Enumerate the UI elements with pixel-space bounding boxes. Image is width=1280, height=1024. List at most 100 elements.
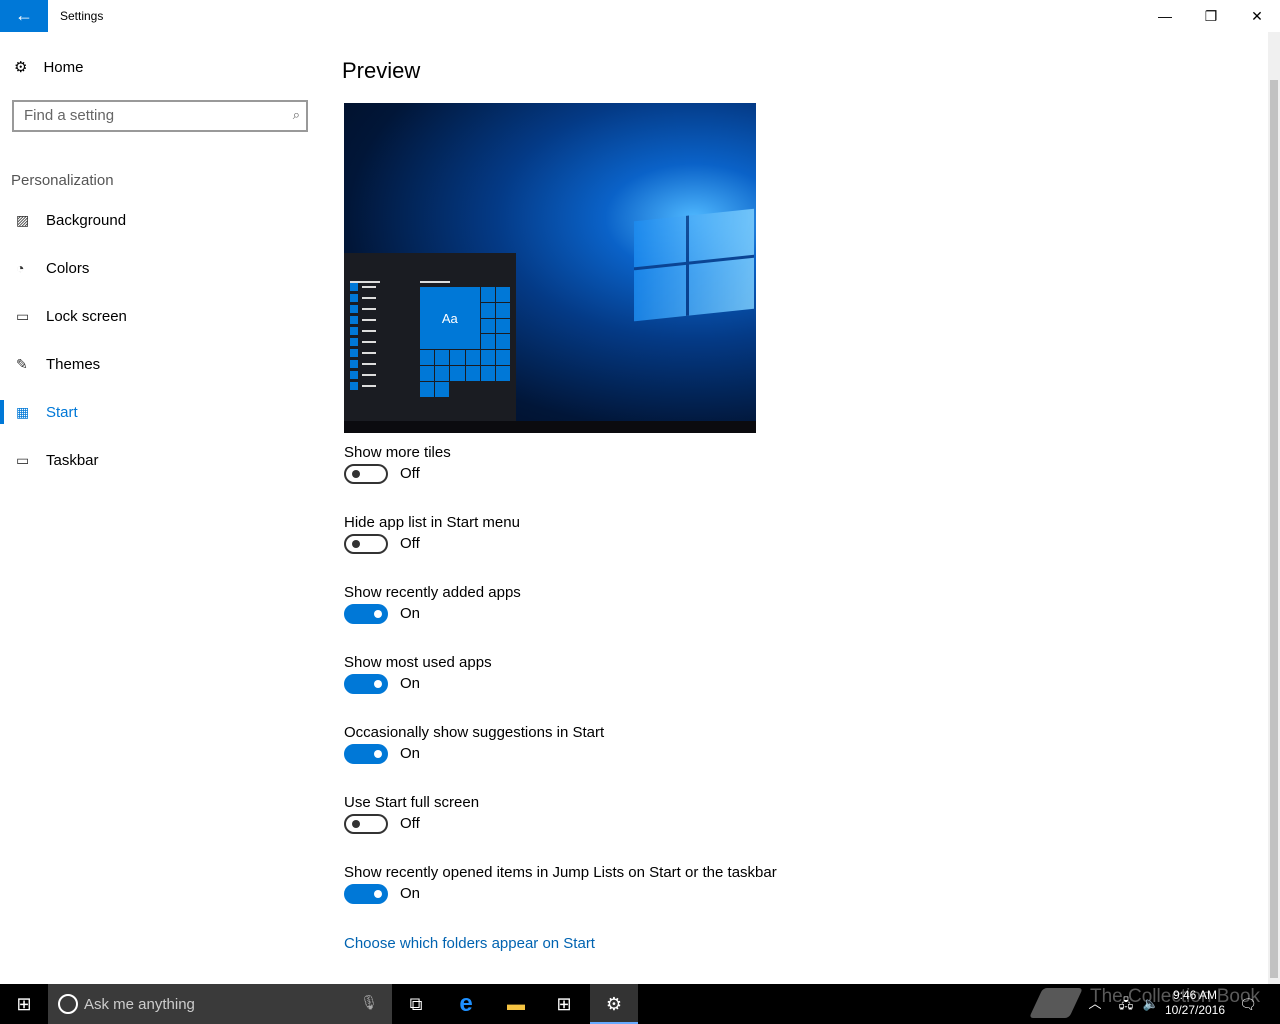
sidebar-item-background[interactable]: ▨ Background [0, 200, 320, 240]
notification-icon: 🗨 [1239, 996, 1257, 1012]
microphone-icon: 🎙 [360, 994, 378, 1010]
cortana-icon [58, 994, 78, 1014]
sidebar-item-taskbar[interactable]: ▭ Taskbar [0, 440, 320, 480]
search-icon: ⌕ [292, 107, 300, 122]
scrollbar-thumb[interactable] [1270, 80, 1278, 978]
sidebar-item-label: Lock screen [46, 307, 127, 325]
option-label: Hide app list in Start menu [344, 514, 520, 531]
windows-logo-light [634, 208, 754, 322]
network-button[interactable]: 🖧 [1112, 984, 1140, 1024]
sidebar-item-label: Background [46, 211, 127, 229]
home-link[interactable]: ⚙ Home [14, 58, 83, 77]
preview-start-menu: Aa [344, 253, 516, 421]
file-explorer-button[interactable]: ▬ [492, 984, 540, 1024]
preview-tile-small [495, 287, 510, 302]
toggle-state: On [400, 675, 421, 692]
palette-icon: ◔ [16, 260, 25, 276]
preview-tile: Aa [420, 287, 480, 350]
option-3: Show most used apps On [344, 654, 492, 694]
gear-icon: ⚙ [14, 59, 28, 76]
toggle-switch[interactable] [344, 534, 388, 554]
preview-list-item [350, 360, 380, 368]
page-title: Preview [342, 58, 421, 83]
toggle-switch[interactable] [344, 464, 388, 484]
option-0: Show more tiles Off [344, 444, 451, 484]
clock[interactable]: 9:46 AM 10/27/2016 [1160, 988, 1230, 1018]
preview-tile-small [435, 365, 450, 381]
show-hidden-icons-button[interactable]: ︿ [1080, 984, 1110, 1024]
toggle-switch[interactable] [344, 884, 388, 904]
toggle-state: On [400, 885, 421, 902]
date: 10/27/2016 [1164, 1003, 1226, 1017]
settings-taskbar-button[interactable]: ⚙ [590, 984, 638, 1024]
choose-folders-link[interactable]: Choose which folders appear on Start [344, 935, 595, 952]
edge-icon: e [459, 990, 473, 1017]
sidebar-item-themes[interactable]: ✎ Themes [0, 344, 320, 384]
preview-list-item [350, 305, 380, 313]
themes-icon: ✎ [16, 355, 28, 372]
preview-list-item [350, 283, 380, 291]
section-heading: Personalization [11, 172, 114, 189]
preview-tile-small [420, 350, 435, 365]
folder-icon: ▬ [507, 994, 525, 1014]
toggle-state: Off [400, 465, 420, 482]
toggle-state: On [400, 745, 421, 762]
restore-button[interactable]: ❐ [1188, 0, 1234, 32]
toggle-switch[interactable] [344, 814, 388, 834]
task-view-icon: ⧉ [409, 994, 423, 1014]
sidebar-item-lock-screen[interactable]: ▭ Lock screen [0, 296, 320, 336]
edge-button[interactable]: e [442, 984, 490, 1024]
title-bar: ← Settings — ❐ ✕ [0, 0, 1280, 32]
option-label: Occasionally show suggestions in Start [344, 724, 605, 741]
lock-screen-icon: ▭ [16, 307, 30, 324]
toggle-switch[interactable] [344, 744, 388, 764]
preview-tile-small [480, 318, 495, 334]
cortana-search-box[interactable]: Ask me anything 🎙 [48, 984, 392, 1024]
preview-taskbar [344, 421, 756, 433]
preview-tile-small [450, 350, 465, 365]
preview-tile-small [435, 381, 450, 397]
sidebar-item-colors[interactable]: ◔ Colors [0, 248, 320, 288]
sidebar-item-start[interactable]: ▦ Start [0, 392, 320, 432]
toggle-switch[interactable] [344, 674, 388, 694]
cortana-placeholder: Ask me anything [84, 995, 195, 1013]
preview-list-item [350, 382, 380, 390]
preview-tile-small [420, 365, 435, 381]
chevron-up-icon: ︿ [1088, 996, 1102, 1011]
option-label: Show most used apps [344, 654, 492, 671]
start-preview-image: Aa [344, 103, 756, 433]
arrow-left-icon: ← [15, 5, 33, 25]
close-button[interactable]: ✕ [1234, 0, 1280, 32]
option-5: Use Start full screen Off [344, 794, 479, 834]
action-center-button[interactable]: 🗨 [1234, 984, 1262, 1024]
preview-tile-small [480, 334, 495, 350]
task-view-button[interactable]: ⧉ [392, 984, 440, 1024]
store-button[interactable]: ⊞ [540, 984, 588, 1024]
option-6: Show recently opened items in Jump Lists… [344, 864, 777, 904]
scrollbar[interactable] [1268, 32, 1280, 984]
option-2: Show recently added apps On [344, 584, 521, 624]
windows-icon: ⊞ [16, 994, 32, 1014]
time: 9:46 AM [1172, 988, 1218, 1002]
preview-tile-small [495, 350, 510, 365]
preview-tile-small [495, 334, 510, 350]
search-input[interactable]: Find a setting ⌕ [12, 100, 308, 132]
back-button[interactable]: ← [0, 0, 48, 32]
store-icon: ⊞ [556, 994, 572, 1014]
preview-tile-small [465, 365, 480, 381]
image-icon: ▨ [16, 211, 30, 228]
taskbar: ⊞ Ask me anything 🎙 ⧉ e ▬ ⊞ ⚙ The Collect… [0, 984, 1280, 1024]
toggle-switch[interactable] [344, 604, 388, 624]
preview-tile-small [480, 365, 495, 381]
taskbar-icon: ▭ [16, 451, 30, 468]
option-4: Occasionally show suggestions in Start O… [344, 724, 605, 764]
gear-icon: ⚙ [605, 994, 623, 1014]
preview-list-item [350, 294, 380, 302]
start-button[interactable]: ⊞ [0, 984, 48, 1024]
minimize-button[interactable]: — [1142, 0, 1188, 32]
preview-tile-small [420, 381, 435, 397]
preview-tile-small [480, 350, 495, 365]
network-icon: 🖧 [1118, 996, 1134, 1011]
preview-tile-small [435, 350, 450, 365]
option-label: Show recently added apps [344, 584, 521, 601]
